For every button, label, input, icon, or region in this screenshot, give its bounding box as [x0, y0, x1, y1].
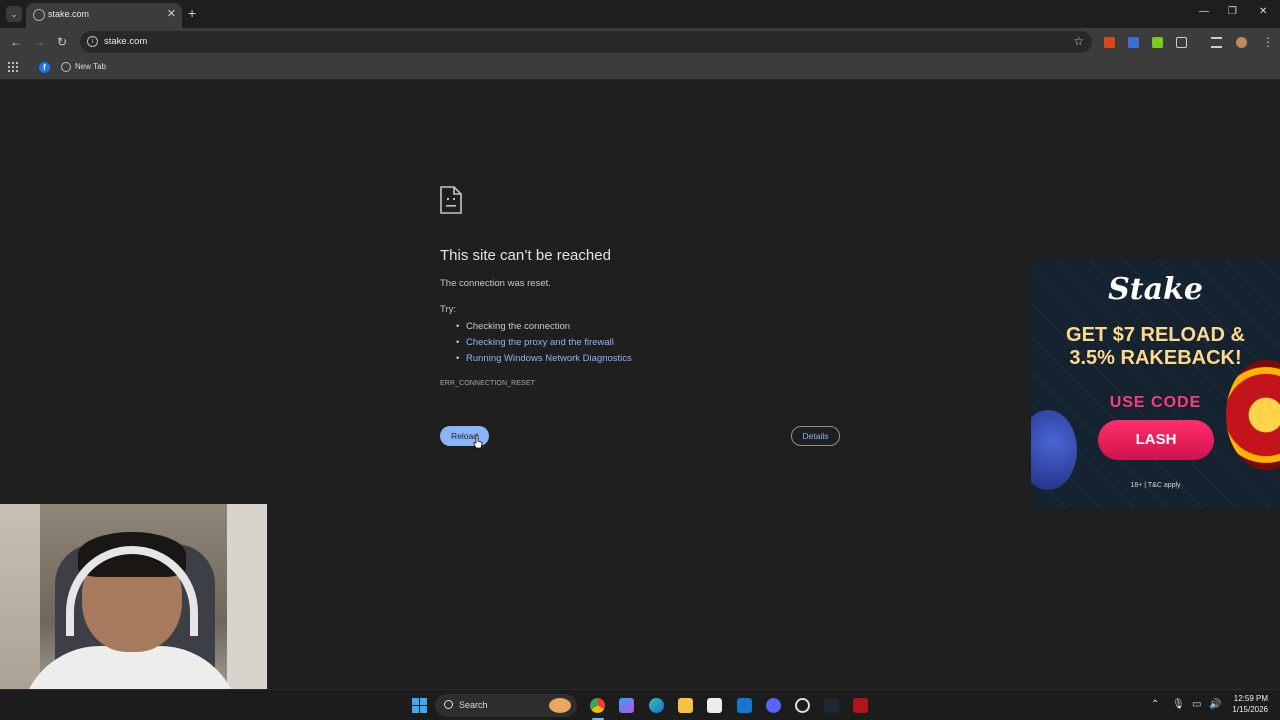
error-code: ERR_CONNECTION_RESET: [440, 380, 535, 387]
tray-chevron-up-icon[interactable]: ⌃: [1151, 699, 1159, 710]
taskbar: Search ⌃ 🎙 ▭ 🔊 12:59 PM 1/15/2026: [0, 689, 1280, 720]
address-bar[interactable]: i stake.com ☆: [80, 31, 1092, 53]
webcam-door: [227, 504, 267, 720]
tab-strip: ⌄ stake.com ✕ + — ❐ ✕: [0, 0, 1280, 28]
apps-grid-icon[interactable]: [8, 62, 18, 72]
bookmark-star-icon[interactable]: ☆: [1073, 34, 1084, 48]
forward-button[interactable]: →: [33, 35, 45, 49]
extension-icon[interactable]: [1104, 37, 1115, 48]
network-icon[interactable]: ▭: [1192, 699, 1201, 710]
discord-icon[interactable]: [766, 698, 781, 713]
microphone-icon[interactable]: 🎙: [1172, 699, 1185, 710]
suggestion-list: Checking the connection Checking the pro…: [456, 319, 632, 367]
close-window-button[interactable]: ✕: [1259, 6, 1267, 17]
ad-headline-line1: GET $7 RELOAD &: [1066, 324, 1245, 346]
info-icon[interactable]: i: [87, 36, 98, 47]
page-title: This site can’t be reached: [440, 247, 611, 264]
suggestion-proxy-firewall-link[interactable]: Checking the proxy and the firewall: [456, 335, 632, 351]
settings-gear-icon[interactable]: [795, 698, 810, 713]
search-highlight-icon: [549, 698, 571, 713]
ad-headline-line2: 3.5% RAKEBACK!: [1069, 347, 1242, 369]
close-icon[interactable]: ✕: [167, 7, 176, 20]
tab-title: stake.com: [48, 9, 90, 19]
extension-icon[interactable]: [1152, 37, 1163, 48]
ad-code-label: USE CODE: [1109, 394, 1202, 411]
bookmark-new-tab[interactable]: New Tab: [75, 62, 106, 71]
reading-list-icon[interactable]: [1211, 37, 1222, 48]
error-message: The connection was reset.: [440, 278, 551, 289]
url-text: stake.com: [104, 36, 148, 47]
steam-icon[interactable]: [824, 698, 839, 713]
restore-button[interactable]: ❐: [1228, 6, 1237, 17]
search-icon: [444, 700, 453, 709]
avatar[interactable]: [1236, 37, 1247, 48]
browser-toolbar: ← → ↻ i stake.com ☆ ⋮: [0, 28, 1280, 56]
suggestion-check-connection: Checking the connection: [456, 319, 632, 335]
ad-headline: GET $7 RELOAD & 3.5% RAKEBACK!: [1031, 324, 1280, 370]
reload-icon[interactable]: ↻: [57, 35, 67, 49]
clock-date[interactable]: 1/15/2026: [1232, 705, 1268, 714]
stake-ad-banner[interactable]: Stake GET $7 RELOAD & 3.5% RAKEBACK! USE…: [1031, 260, 1280, 508]
windows-start-icon[interactable]: [412, 698, 427, 713]
clock-time[interactable]: 12:59 PM: [1234, 694, 1268, 703]
hand-cursor-icon: [473, 435, 483, 449]
extension-icon[interactable]: [1128, 37, 1139, 48]
tab-search-button[interactable]: ⌄: [6, 6, 22, 22]
copilot-icon[interactable]: [619, 698, 634, 713]
webcam-overlay: [0, 504, 267, 720]
file-explorer-icon[interactable]: [678, 698, 693, 713]
ad-terms: 18+ | T&C apply: [1130, 482, 1181, 489]
details-button[interactable]: Details: [791, 426, 840, 446]
ad-code-button[interactable]: LASH: [1098, 420, 1214, 460]
menu-icon[interactable]: ⋮: [1262, 35, 1274, 49]
suggestion-network-diagnostics-link[interactable]: Running Windows Network Diagnostics: [456, 351, 632, 367]
game-app-icon[interactable]: [853, 698, 868, 713]
outlook-icon[interactable]: [737, 698, 752, 713]
back-button[interactable]: ←: [10, 35, 22, 49]
globe-icon: [33, 9, 45, 21]
sad-document-icon: [440, 186, 462, 214]
facebook-icon[interactable]: f: [39, 62, 50, 73]
try-label: Try:: [440, 304, 457, 315]
bookmarks-bar: f New Tab: [0, 56, 1280, 80]
taskbar-search[interactable]: Search: [435, 694, 577, 717]
new-tab-button[interactable]: +: [188, 5, 196, 21]
tab-stake[interactable]: stake.com ✕: [26, 3, 182, 28]
chrome-icon[interactable]: [590, 698, 605, 713]
volume-icon[interactable]: 🔊: [1209, 699, 1221, 710]
globe-icon: [61, 62, 71, 72]
store-icon[interactable]: [707, 698, 722, 713]
minimize-button[interactable]: —: [1199, 6, 1209, 17]
ad-brand-logo: Stake: [1108, 272, 1203, 307]
extensions-puzzle-icon[interactable]: [1176, 37, 1187, 48]
edge-icon[interactable]: [649, 698, 664, 713]
taskbar-search-label: Search: [459, 700, 488, 710]
